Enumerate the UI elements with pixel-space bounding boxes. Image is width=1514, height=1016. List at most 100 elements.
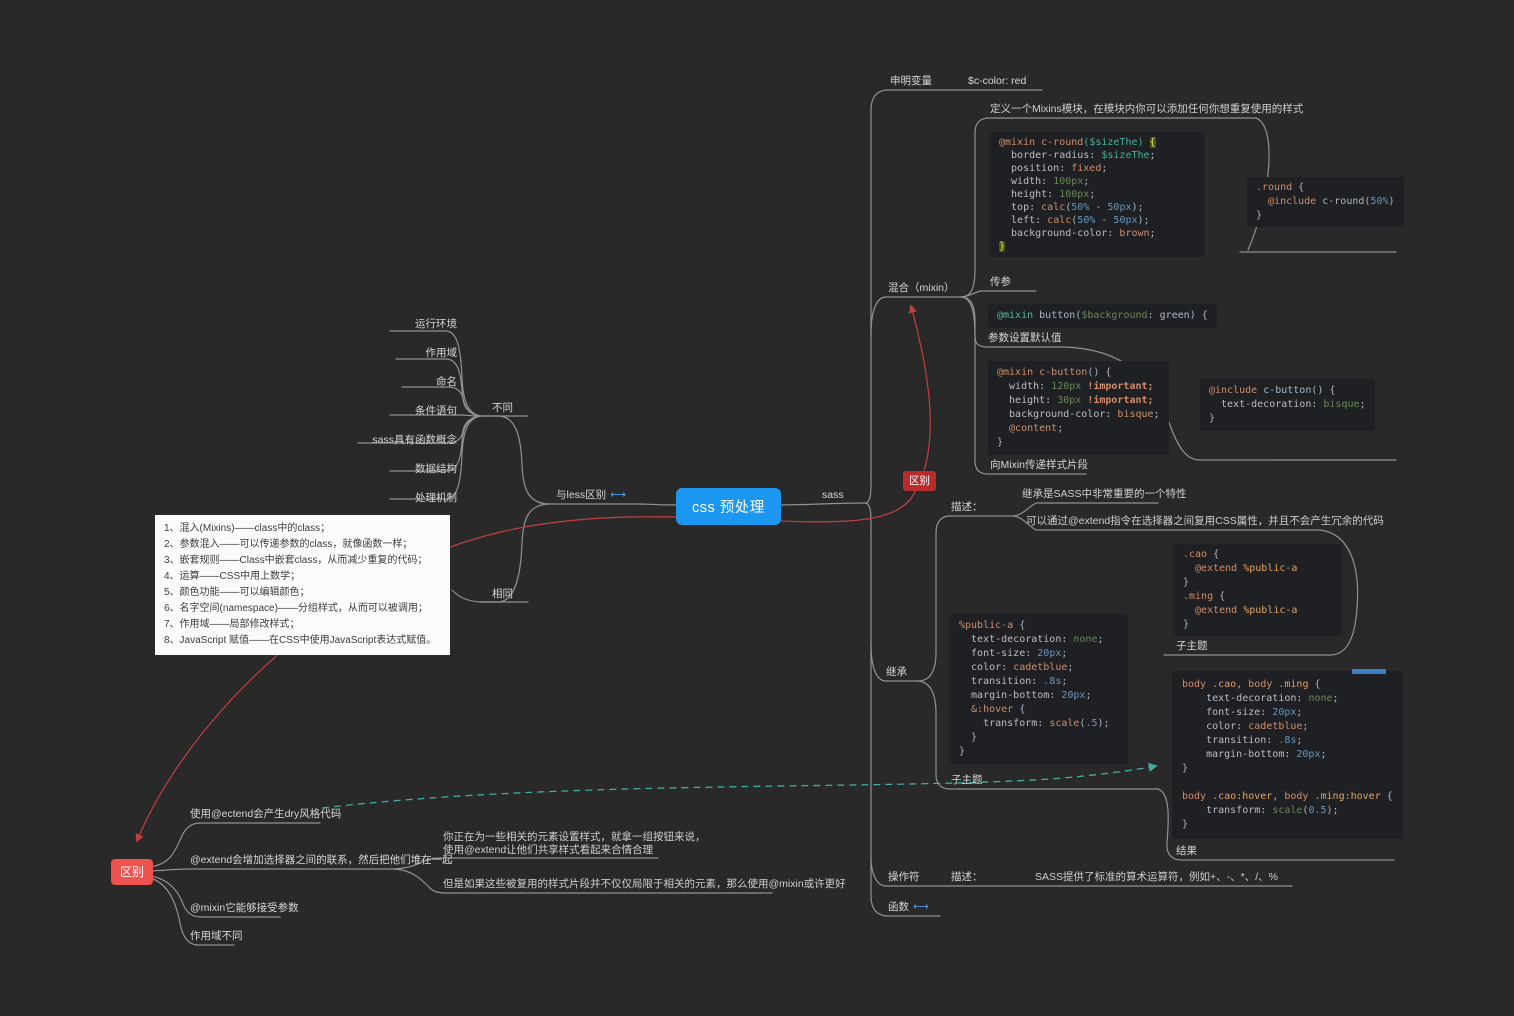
node-mixin-define-note[interactable]: 定义一个Mixins模块，在模块内你可以添加任何你想重复使用的样式 xyxy=(990,103,1303,116)
same-point[interactable]: 7、作用域——局部修改样式； xyxy=(164,617,441,633)
code-line: } xyxy=(959,746,966,757)
code-line: height: 100px; xyxy=(999,189,1096,200)
same-point[interactable]: 6、名字空间(namespace)——分组样式，从而可以被调用； xyxy=(164,601,441,617)
difference-item-3[interactable]: @mixin它能够接受参数 xyxy=(190,902,299,915)
code-extend-result[interactable]: body .cao, body .ming { text-decoration:… xyxy=(1172,671,1403,839)
code-line: transition: .8s; xyxy=(959,676,1068,687)
node-extend[interactable]: 继承 xyxy=(886,666,907,679)
code-extend-use[interactable]: .cao { @extend %public-a} .ming { @extend… xyxy=(1174,544,1342,636)
same-point[interactable]: 2、参数混入——可以传递参数的class，就像函数一样； xyxy=(164,537,441,553)
code-line: margin-bottom: 20px; xyxy=(1182,749,1327,760)
branch-sass[interactable]: sass xyxy=(822,489,844,502)
node-mixin-default[interactable]: 参数设置默认值 xyxy=(988,332,1062,345)
code-line: } xyxy=(1182,819,1189,830)
code-line: %public-a { xyxy=(959,620,1026,631)
code-line: border-radius: $sizeThe; xyxy=(999,150,1156,161)
code-public-a[interactable]: %public-a { text-decoration: none; font-… xyxy=(950,614,1128,764)
different-item[interactable]: 条件语句 xyxy=(300,390,457,419)
code-line: transition: .8s; xyxy=(1182,735,1303,746)
code-line: color: cadetblue; xyxy=(1182,721,1309,732)
link-icon[interactable]: ⟷ xyxy=(610,489,626,501)
node-result[interactable]: 结果 xyxy=(1176,845,1197,858)
link-icon[interactable]: ⟷ xyxy=(913,901,929,913)
node-function-label: 函数 xyxy=(888,901,909,913)
code-line: transform: scale(.5); xyxy=(959,718,1110,729)
same-point[interactable]: 8、JavaScript 赋值——在CSS中使用JavaScript表达式赋值。 xyxy=(164,633,441,649)
node-declare-value[interactable]: $c-color: red xyxy=(968,75,1026,88)
code-mixin-c-round[interactable]: @mixin c-round($sizeThe) { border-radius… xyxy=(990,132,1205,257)
code-line: @extend %public-a xyxy=(1183,605,1298,616)
different-items: 运行环境 作用域 命名 条件语句 sass具有函数概念 数据结构 处理机制 xyxy=(300,303,457,506)
node-difference[interactable]: 区别 xyxy=(111,859,154,885)
node-operator[interactable]: 操作符 xyxy=(888,871,920,884)
code-line: background-color: bisque; xyxy=(997,409,1160,420)
code-line: .round { xyxy=(1256,182,1305,193)
different-item[interactable]: 作用域 xyxy=(300,332,458,361)
code-mixin-c-button[interactable]: @mixin c-button() { width: 120px !import… xyxy=(988,361,1169,455)
code-line: @mixin c-button() { xyxy=(997,367,1112,378)
code-line: } xyxy=(1183,619,1190,630)
branch-less-difference[interactable]: 与less区别 ⟷ xyxy=(556,489,626,502)
node-extend-desc[interactable]: 描述： xyxy=(951,501,983,514)
relationship-label-badge[interactable]: 区别 xyxy=(903,471,936,491)
code-line: @mixin c-round($sizeThe) { xyxy=(999,137,1156,148)
code-line: position: fixed; xyxy=(999,163,1108,174)
difference-item-1[interactable]: 使用@ectend会产生dry风格代码 xyxy=(190,808,341,821)
code-line: transform: scale(0.5); xyxy=(1182,805,1339,816)
node-function[interactable]: 函数 ⟷ xyxy=(888,901,929,914)
node-subtopic-2[interactable]: 子主题 xyxy=(951,774,983,787)
code-line: top: calc(50% - 50px); xyxy=(999,202,1144,213)
branch-less-difference-label: 与less区别 xyxy=(556,489,607,501)
root-topic[interactable]: css 预处理 xyxy=(676,488,781,525)
same-points-box[interactable]: 1、混入(Mixins)——class中的class； 2、参数混入——可以传递参… xyxy=(155,515,450,655)
node-same[interactable]: 相同 xyxy=(492,588,513,601)
relationship-line-dashed xyxy=(321,762,1158,809)
same-point[interactable]: 4、运算——CSS中用上数学； xyxy=(164,569,441,585)
node-extend-note1[interactable]: 继承是SASS中非常重要的一个特性 xyxy=(1022,488,1187,501)
code-line: background-color: brown; xyxy=(999,228,1156,239)
code-line: text-decoration: none; xyxy=(959,634,1104,645)
node-operator-note[interactable]: SASS提供了标准的算术运算符，例如+、-、*、/、% xyxy=(1035,871,1278,884)
different-item[interactable]: 运行环境 xyxy=(300,303,457,332)
code-line: } xyxy=(959,732,978,743)
code-line: margin-bottom: 20px; xyxy=(959,690,1092,701)
code-line: } xyxy=(1256,210,1263,221)
node-mixin[interactable]: 混合（mixin） xyxy=(888,282,955,295)
extend-usage-note-2[interactable]: 但是如果这些被复用的样式片段并不仅仅局限于相关的元素，那么使用@mixin或许更… xyxy=(443,878,846,891)
node-declare-variable[interactable]: 申明变量 xyxy=(890,75,932,88)
same-point[interactable]: 3、嵌套规则——Class中嵌套class，从而减少重复的代码； xyxy=(164,553,441,569)
difference-item-4[interactable]: 作用域不同 xyxy=(190,930,243,943)
code-round-include[interactable]: .round { @include c-round(50%)} xyxy=(1247,177,1404,227)
code-line: @extend %public-a xyxy=(1183,563,1298,574)
different-item[interactable]: 数据结构 xyxy=(300,448,457,477)
node-different[interactable]: 不同 xyxy=(492,402,513,415)
different-item[interactable]: 命名 xyxy=(300,361,457,390)
extend-usage-note-1-line2: 使用@extend让他们共享样式看起来合情合理 xyxy=(443,844,654,856)
code-line: font-size: 20px; xyxy=(959,648,1068,659)
code-line: @include c-round(50%) xyxy=(1256,196,1395,207)
code-line: } xyxy=(999,241,1006,252)
code-line: width: 100px; xyxy=(999,176,1090,187)
selection-bar xyxy=(1352,669,1386,674)
code-line: @include c-button() { xyxy=(1209,385,1336,396)
code-line: } xyxy=(997,437,1004,448)
code-include-c-button[interactable]: @include c-button() { text-decoration: b… xyxy=(1200,379,1375,431)
code-line: } xyxy=(1182,763,1189,774)
node-mixin-content[interactable]: 向Mixin传递样式片段 xyxy=(990,459,1088,472)
node-mixin-param[interactable]: 传参 xyxy=(990,276,1011,289)
code-mixin-button-param[interactable]: @mixin button($background: green) { xyxy=(988,304,1217,328)
code-line: } xyxy=(1183,577,1190,588)
difference-item-2[interactable]: @extend会增加选择器之间的联系，然后把他们堆在一起 xyxy=(190,854,453,867)
code-line: height: 30px !important; xyxy=(997,395,1154,406)
different-item[interactable]: sass具有函数概念 xyxy=(300,419,457,448)
same-point[interactable]: 5、颜色功能——可以编辑颜色； xyxy=(164,585,441,601)
code-line: body .cao:hover, body .ming:hover { xyxy=(1182,791,1393,802)
extend-usage-note-1[interactable]: 你正在为一些相关的元素设置样式，就拿一组按钮来说， 使用@extend让他们共享… xyxy=(443,831,706,857)
node-subtopic-1[interactable]: 子主题 xyxy=(1176,640,1208,653)
node-operator-desc[interactable]: 描述： xyxy=(951,871,983,884)
same-point[interactable]: 1、混入(Mixins)——class中的class； xyxy=(164,521,441,537)
different-item[interactable]: 处理机制 xyxy=(300,477,457,506)
node-extend-note2[interactable]: 可以通过@extend指令在选择器之间复用CSS属性，并且不会产生冗余的代码 xyxy=(1026,515,1384,528)
code-line: .cao { xyxy=(1183,549,1220,560)
code-line: width: 120px !important; xyxy=(997,381,1154,392)
